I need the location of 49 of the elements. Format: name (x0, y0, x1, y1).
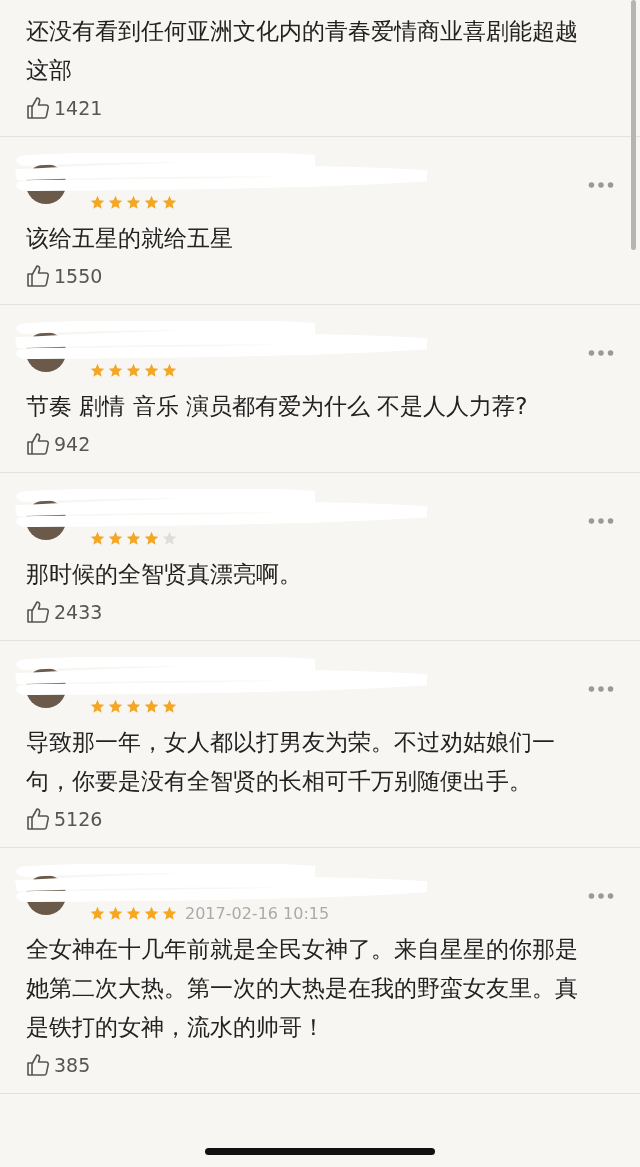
star-icon (126, 194, 141, 210)
thumbs-up-icon[interactable] (26, 1053, 50, 1077)
comment-text: 导致那一年，女人都以打男友为荣。不过劝姑娘们一句，你要是没有全智贤的长相可千万别随便出手。 (26, 728, 556, 796)
more-icon[interactable] (588, 349, 614, 357)
star-icon (162, 194, 177, 210)
star-icon (90, 362, 105, 378)
like-count: 1550 (54, 265, 103, 287)
more-icon[interactable] (588, 517, 614, 525)
thumbs-up-icon[interactable] (26, 432, 50, 456)
star-icon (90, 530, 105, 546)
star-icon (108, 905, 123, 921)
thumbs-up-icon[interactable] (26, 96, 50, 120)
star-icon (162, 362, 177, 378)
star-icon (144, 530, 159, 546)
like-count: 385 (54, 1054, 91, 1076)
star-icon (126, 905, 141, 921)
star-icon (126, 530, 141, 546)
star-icon (126, 698, 141, 714)
comment-text: 节奏 剧情 音乐 演员都有爱为什么 不是人人力荐? (26, 392, 529, 421)
more-icon[interactable] (588, 181, 614, 189)
star-icon (90, 698, 105, 714)
more-icon[interactable] (588, 892, 614, 900)
like-count: 2433 (54, 601, 103, 623)
star-icon (108, 698, 123, 714)
star-icon (162, 905, 177, 921)
like-count: 1421 (54, 97, 103, 119)
star-icon (108, 194, 123, 210)
star-icon (108, 530, 123, 546)
comment-date: 2017-02-16 10:15 (185, 903, 330, 923)
star-icon (90, 194, 105, 210)
star-icon (144, 194, 159, 210)
like-count: 942 (54, 433, 91, 455)
star-icon (144, 362, 159, 378)
star-icon (144, 905, 159, 921)
like-count: 5126 (54, 808, 103, 830)
star-icon (126, 362, 141, 378)
comment-text: 那时候的全智贤真漂亮啊。 (26, 560, 303, 589)
star-icon (162, 530, 177, 546)
comment-text: 全女神在十几年前就是全民女神了。来自星星的你那是她第二次大热。第一次的大热是在我的野蛮女友里。真是铁打的女神，流水的帅哥！ (26, 935, 579, 1042)
star-icon (90, 905, 105, 921)
comment-text: 该给五星的就给五星 (26, 224, 234, 253)
star-icon (162, 698, 177, 714)
thumbs-up-icon[interactable] (26, 600, 50, 624)
star-icon (108, 362, 123, 378)
star-icon (144, 698, 159, 714)
comment-text: 还没有看到任何亚洲文化内的青春爱情商业喜剧能超越这部 (26, 17, 579, 85)
thumbs-up-icon[interactable] (26, 264, 50, 288)
thumbs-up-icon[interactable] (26, 807, 50, 831)
more-icon[interactable] (588, 685, 614, 693)
